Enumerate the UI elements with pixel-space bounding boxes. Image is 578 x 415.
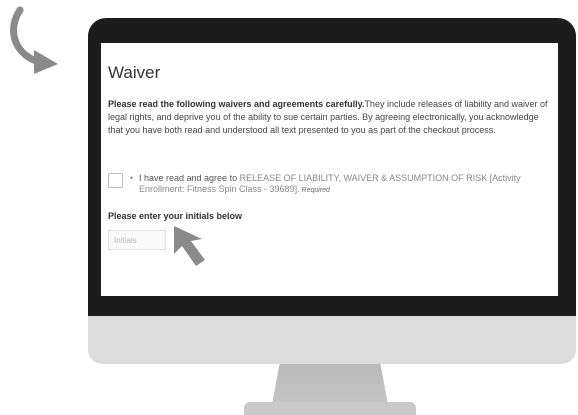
agree-checkbox[interactable] <box>108 173 123 188</box>
agreement-text: I have read and agree to RELEASE OF LIAB… <box>139 173 553 196</box>
page-title: Waiver <box>108 63 161 82</box>
curved-arrow-icon <box>10 6 58 74</box>
initials-label: Please enter your initials below <box>108 211 243 221</box>
monitor-chin <box>88 316 576 364</box>
monitor-stand-base <box>244 402 416 415</box>
required-label: Required <box>299 187 330 194</box>
waiver-page: Waiver Please read the following waivers… <box>101 43 558 296</box>
waiver-intro-bold: Please read the following waivers and ag… <box>108 99 365 109</box>
mouse-pointer-icon <box>174 226 205 266</box>
agreement-row: • I have read and agree to RELEASE OF LI… <box>108 173 554 199</box>
bullet: • <box>130 173 134 183</box>
initials-input[interactable] <box>108 230 166 250</box>
monitor-illustration: Waiver Please read the following waivers… <box>0 0 578 415</box>
agreement-prefix: I have read and agree to <box>139 173 240 183</box>
waiver-intro-text: Please read the following waivers and ag… <box>108 98 555 137</box>
